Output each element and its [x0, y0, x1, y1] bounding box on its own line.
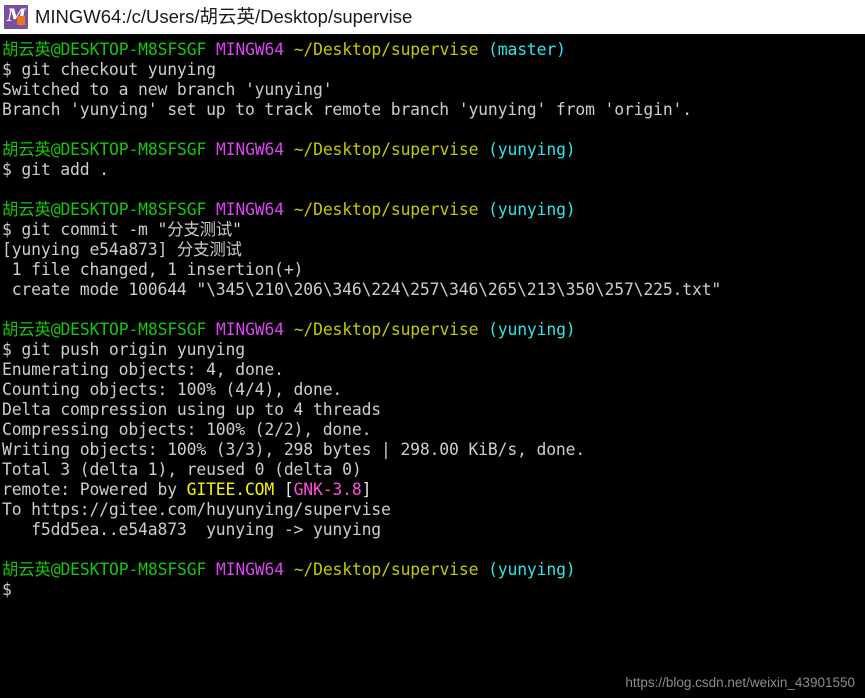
window-title: MINGW64:/c/Users/胡云英/Desktop/supervise — [35, 6, 413, 27]
prompt-path: ~/Desktop/supervise — [293, 140, 479, 159]
watermark-text: https://blog.csdn.net/weixin_43901550 — [625, 675, 855, 690]
prompt-dollar: $ — [2, 580, 12, 599]
command-line-add: $ git add . — [2, 160, 109, 179]
mingw-icon-square — [17, 16, 25, 25]
output-line-create-mode: create mode 100644 "\345\210\206\346\224… — [2, 280, 722, 299]
output-line-delta: Delta compression using up to 4 threads — [2, 400, 382, 419]
prompt-path: ~/Desktop/supervise — [293, 560, 479, 579]
output-line-commit-result: [yunying e54a873] 分支测试 — [2, 240, 242, 259]
prompt-branch: (yunying) — [488, 200, 576, 219]
output-line-compressing: Compressing objects: 100% (2/2), done. — [2, 420, 372, 439]
prompt-space-2 — [284, 560, 294, 579]
bracket-open: [ — [274, 480, 294, 499]
mingw64-terminal-window: M MINGW64:/c/Users/胡云英/Desktop/supervise… — [0, 0, 865, 698]
prompt-line: 胡云英@DESKTOP-M8SFSGF MINGW64 ~/Desktop/su… — [2, 140, 865, 160]
prompt-branch: (yunying) — [488, 560, 576, 579]
command-input-line[interactable]: $ — [2, 580, 865, 600]
terminal-output-area[interactable]: 胡云英@DESKTOP-M8SFSGF MINGW64 ~/Desktop/su… — [0, 34, 865, 698]
output-line-switched: Switched to a new branch 'yunying' — [2, 80, 333, 99]
prompt-branch: (yunying) — [488, 140, 576, 159]
prompt-space-3 — [478, 560, 488, 579]
prompt-space-1 — [206, 200, 216, 219]
gitee-brand-label: GITEE.COM — [186, 480, 275, 499]
prompt-user-host: 胡云英@DESKTOP-M8SFSGF — [2, 140, 207, 159]
prompt-user-host: 胡云英@DESKTOP-M8SFSGF — [2, 200, 207, 219]
prompt-path: ~/Desktop/supervise — [293, 40, 479, 59]
prompt-space-3 — [478, 320, 488, 339]
prompt-space-2 — [284, 40, 294, 59]
prompt-space-2 — [284, 140, 294, 159]
prompt-path: ~/Desktop/supervise — [293, 320, 479, 339]
prompt-line: 胡云英@DESKTOP-M8SFSGF MINGW64 ~/Desktop/su… — [2, 200, 865, 220]
prompt-user-host: 胡云英@DESKTOP-M8SFSGF — [2, 40, 207, 59]
output-line-writing: Writing objects: 100% (3/3), 298 bytes |… — [2, 440, 586, 459]
prompt-line: 胡云英@DESKTOP-M8SFSGF MINGW64 ~/Desktop/su… — [2, 320, 865, 340]
prompt-shell: MINGW64 — [215, 560, 284, 579]
prompt-space-3 — [478, 40, 488, 59]
output-line-to-url: To https://gitee.com/huyunying/supervise — [2, 500, 391, 519]
output-line-file-changed: 1 file changed, 1 insertion(+) — [2, 260, 304, 279]
output-line-track: Branch 'yunying' set up to track remote … — [2, 100, 692, 119]
command-line-checkout: $ git checkout yunying — [2, 60, 216, 79]
title-bar: M MINGW64:/c/Users/胡云英/Desktop/supervise — [0, 0, 865, 34]
prompt-space-2 — [284, 200, 294, 219]
prompt-shell: MINGW64 — [215, 40, 284, 59]
prompt-branch: (yunying) — [488, 320, 576, 339]
prompt-shell: MINGW64 — [215, 140, 284, 159]
prompt-line: 胡云英@DESKTOP-M8SFSGF MINGW64 ~/Desktop/su… — [2, 560, 865, 580]
prompt-line: 胡云英@DESKTOP-M8SFSGF MINGW64 ~/Desktop/su… — [2, 40, 865, 60]
command-line-commit: $ git commit -m "分支测试" — [2, 220, 242, 239]
prompt-space-1 — [206, 320, 216, 339]
output-line-counting: Counting objects: 100% (4/4), done. — [2, 380, 343, 399]
prompt-space-1 — [206, 40, 216, 59]
prompt-user-host: 胡云英@DESKTOP-M8SFSGF — [2, 320, 207, 339]
prompt-space-2 — [284, 320, 294, 339]
gnk-version-label: GNK-3.8 — [293, 480, 362, 499]
prompt-space-3 — [478, 200, 488, 219]
bracket-close: ] — [361, 480, 372, 499]
output-line-remote-powered: remote: Powered by GITEE.COM [GNK-3.8] — [2, 480, 865, 500]
output-line-refspec: f5dd5ea..e54a873 yunying -> yunying — [2, 520, 382, 539]
prompt-branch: (master) — [488, 40, 566, 59]
prompt-space-1 — [206, 560, 216, 579]
mingw-icon: M — [4, 5, 28, 29]
output-line-total: Total 3 (delta 1), reused 0 (delta 0) — [2, 460, 362, 479]
command-line-push: $ git push origin yunying — [2, 340, 245, 359]
prompt-shell: MINGW64 — [215, 320, 284, 339]
output-line-enumerating: Enumerating objects: 4, done. — [2, 360, 284, 379]
prompt-space-1 — [206, 140, 216, 159]
remote-prefix: remote: Powered by — [2, 480, 187, 499]
prompt-shell: MINGW64 — [215, 200, 284, 219]
prompt-space-3 — [478, 140, 488, 159]
prompt-user-host: 胡云英@DESKTOP-M8SFSGF — [2, 560, 207, 579]
prompt-path: ~/Desktop/supervise — [293, 200, 479, 219]
text-cursor — [12, 582, 22, 598]
